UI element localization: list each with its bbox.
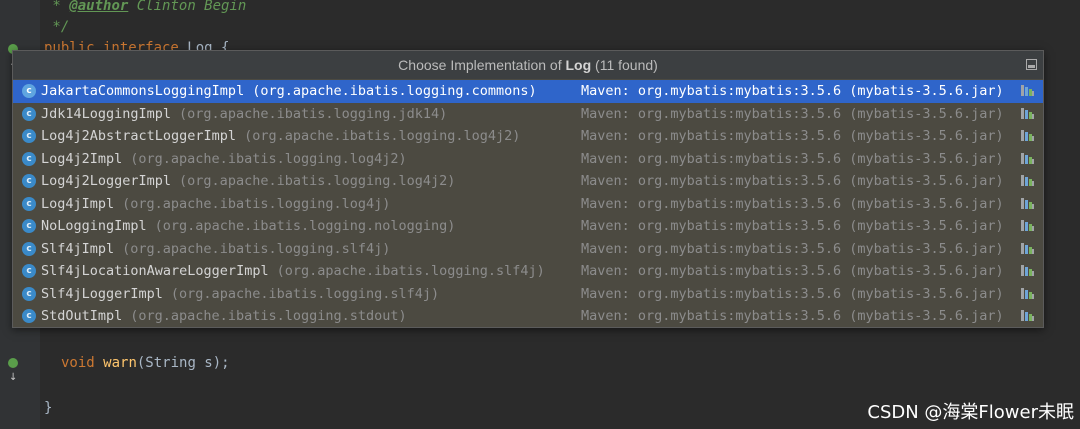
library-label: Maven: org.mybatis:mybatis:3.5.6 (mybati… xyxy=(581,150,1004,167)
implementation-name: Log4j2Impl (org.apache.ibatis.logging.log… xyxy=(41,148,407,171)
implementation-name: Log4j2LoggerImpl (org.apache.ibatis.loggi… xyxy=(41,170,455,193)
pin-icon[interactable] xyxy=(1026,59,1037,70)
class-icon: c xyxy=(22,286,36,301)
implementation-row[interactable]: c Log4j2LoggerImpl (org.apache.ibatis.logg… xyxy=(13,170,1043,193)
library-icon xyxy=(1020,309,1035,322)
library-label: Maven: org.mybatis:mybatis:3.5.6 (mybati… xyxy=(581,263,1004,279)
library-label: Maven: org.mybatis:mybatis:3.5.6 (mybati… xyxy=(581,105,1004,122)
library-icon xyxy=(1020,129,1035,142)
implemented-method-gutter-icon[interactable]: ↓ xyxy=(8,356,22,383)
implementation-name: Slf4jImpl (org.apache.ibatis.logging.slf4… xyxy=(41,238,390,261)
library-label: Maven: org.mybatis:mybatis:3.5.6 (mybati… xyxy=(581,195,1004,212)
implementation-row[interactable]: c Log4j2AbstractLoggerImpl (org.apache.iba… xyxy=(13,125,1043,148)
watermark: CSDN @海棠Flower未眠 xyxy=(867,402,1074,423)
package-name: (org.apache.ibatis.logging.slf4j) xyxy=(170,285,440,302)
implementation-name: StdOutImpl (org.apache.ibatis.logging.std… xyxy=(41,305,407,328)
implementation-row[interactable]: c StdOutImpl (org.apache.ibatis.logging.st… xyxy=(13,305,1043,328)
library-label: Maven: org.mybatis:mybatis:3.5.6 (mybati… xyxy=(581,308,1004,324)
library-label: Maven: org.mybatis:mybatis:3.5.6 (mybati… xyxy=(581,173,1004,189)
implementation-row[interactable]: c JakartaCommonsLoggingImpl (org.apache.ib… xyxy=(13,80,1043,103)
library-icon xyxy=(1020,174,1035,187)
class-icon: c xyxy=(22,106,36,121)
library-label: Maven: org.mybatis:mybatis:3.5.6 (mybati… xyxy=(581,285,1004,302)
implementation-row[interactable]: c Slf4jLocationAwareLoggerImpl (org.apache… xyxy=(13,260,1043,283)
code-line-closing-brace: } xyxy=(44,400,53,416)
implementation-row[interactable]: c Log4j2Impl (org.apache.ibatis.logging.lo… xyxy=(13,148,1043,171)
class-name: Slf4jImpl xyxy=(41,240,115,257)
package-name: (org.apache.ibatis.logging.nologging) xyxy=(154,218,456,234)
library-icon xyxy=(1020,219,1035,232)
class-icon: c xyxy=(22,174,36,188)
implementation-row[interactable]: c Slf4jImpl (org.apache.ibatis.logging.slf… xyxy=(13,238,1043,261)
library-label: Maven: org.mybatis:mybatis:3.5.6 (mybati… xyxy=(581,240,1004,257)
package-name: (org.apache.ibatis.logging.jdk14) xyxy=(179,105,448,122)
library-icon xyxy=(1020,107,1035,120)
class-name: JakartaCommonsLoggingImpl xyxy=(41,83,245,99)
code-line-author: * @author Clinton Begin xyxy=(44,0,247,14)
package-name: (org.apache.ibatis.logging.log4j) xyxy=(122,195,391,212)
class-icon: c xyxy=(22,309,36,323)
library-label: Maven: org.mybatis:mybatis:3.5.6 (mybati… xyxy=(581,128,1004,144)
implementation-row[interactable]: c NoLoggingImpl (org.apache.ibatis.logging… xyxy=(13,215,1043,238)
library-label: Maven: org.mybatis:mybatis:3.5.6 (mybati… xyxy=(581,83,1004,99)
implementation-name: NoLoggingImpl (org.apache.ibatis.logging.… xyxy=(41,215,455,238)
popup-title: Choose Implementation of Log (11 found) xyxy=(13,51,1043,79)
implementation-name: Slf4jLoggerImpl (org.apache.ibatis.loggin… xyxy=(41,283,439,306)
implementation-name: Log4jImpl (org.apache.ibatis.logging.log4… xyxy=(41,193,390,216)
class-icon: c xyxy=(22,219,36,233)
class-name: Jdk14LoggingImpl xyxy=(41,105,172,122)
code-line-comment-end: */ xyxy=(44,19,70,35)
class-icon: c xyxy=(22,151,36,166)
implementation-name: Log4j2AbstractLoggerImpl (org.apache.ibat… xyxy=(41,125,520,148)
package-name: (org.apache.ibatis.logging.slf4j) xyxy=(122,240,391,257)
implementation-name: JakartaCommonsLoggingImpl (org.apache.iba… xyxy=(41,80,537,103)
package-name: (org.apache.ibatis.logging.slf4j) xyxy=(276,263,545,279)
code-line-warn: void warn(String s); xyxy=(61,355,230,371)
class-name: Log4j2AbstractLoggerImpl xyxy=(41,128,237,144)
implementation-row[interactable]: c Jdk14LoggingImpl (org.apache.ibatis.logg… xyxy=(13,103,1043,126)
package-name: (org.apache.ibatis.logging.commons) xyxy=(252,83,537,99)
implementation-row[interactable]: c Log4jImpl (org.apache.ibatis.logging.log… xyxy=(13,193,1043,216)
implementation-list[interactable]: c JakartaCommonsLoggingImpl (org.apache.ib… xyxy=(13,80,1043,328)
package-name: (org.apache.ibatis.logging.stdout) xyxy=(130,308,407,324)
javadoc-author-tag: @author xyxy=(69,0,129,14)
package-name: (org.apache.ibatis.logging.log4j2) xyxy=(244,128,521,144)
class-icon: c xyxy=(22,264,36,278)
library-icon xyxy=(1020,264,1035,277)
class-icon: c xyxy=(22,196,36,211)
class-name: Log4jImpl xyxy=(41,195,115,212)
class-icon: c xyxy=(22,241,36,256)
class-name: Slf4jLocationAwareLoggerImpl xyxy=(41,263,269,279)
package-name: (org.apache.ibatis.logging.log4j2) xyxy=(130,150,407,167)
class-name: NoLoggingImpl xyxy=(41,218,147,234)
library-icon xyxy=(1020,197,1035,210)
class-icon: c xyxy=(22,129,36,143)
implementation-name: Jdk14LoggingImpl (org.apache.ibatis.loggi… xyxy=(41,103,447,126)
package-name: (org.apache.ibatis.logging.log4j2) xyxy=(179,173,456,189)
class-name: StdOutImpl xyxy=(41,308,123,324)
implementation-row[interactable]: c Slf4jLoggerImpl (org.apache.ibatis.loggi… xyxy=(13,283,1043,306)
choose-implementation-popup[interactable]: Choose Implementation of Log (11 found) … xyxy=(12,50,1044,328)
class-name: Log4j2Impl xyxy=(41,150,123,167)
library-icon xyxy=(1020,287,1035,300)
implementation-name: Slf4jLocationAwareLoggerImpl (org.apache.… xyxy=(41,260,545,283)
library-icon xyxy=(1020,242,1035,255)
class-name: Log4j2LoggerImpl xyxy=(41,173,172,189)
library-label: Maven: org.mybatis:mybatis:3.5.6 (mybati… xyxy=(581,218,1004,234)
class-name: Slf4jLoggerImpl xyxy=(41,285,163,302)
library-icon xyxy=(1020,152,1035,165)
library-icon xyxy=(1020,84,1035,97)
class-icon: c xyxy=(22,84,36,98)
